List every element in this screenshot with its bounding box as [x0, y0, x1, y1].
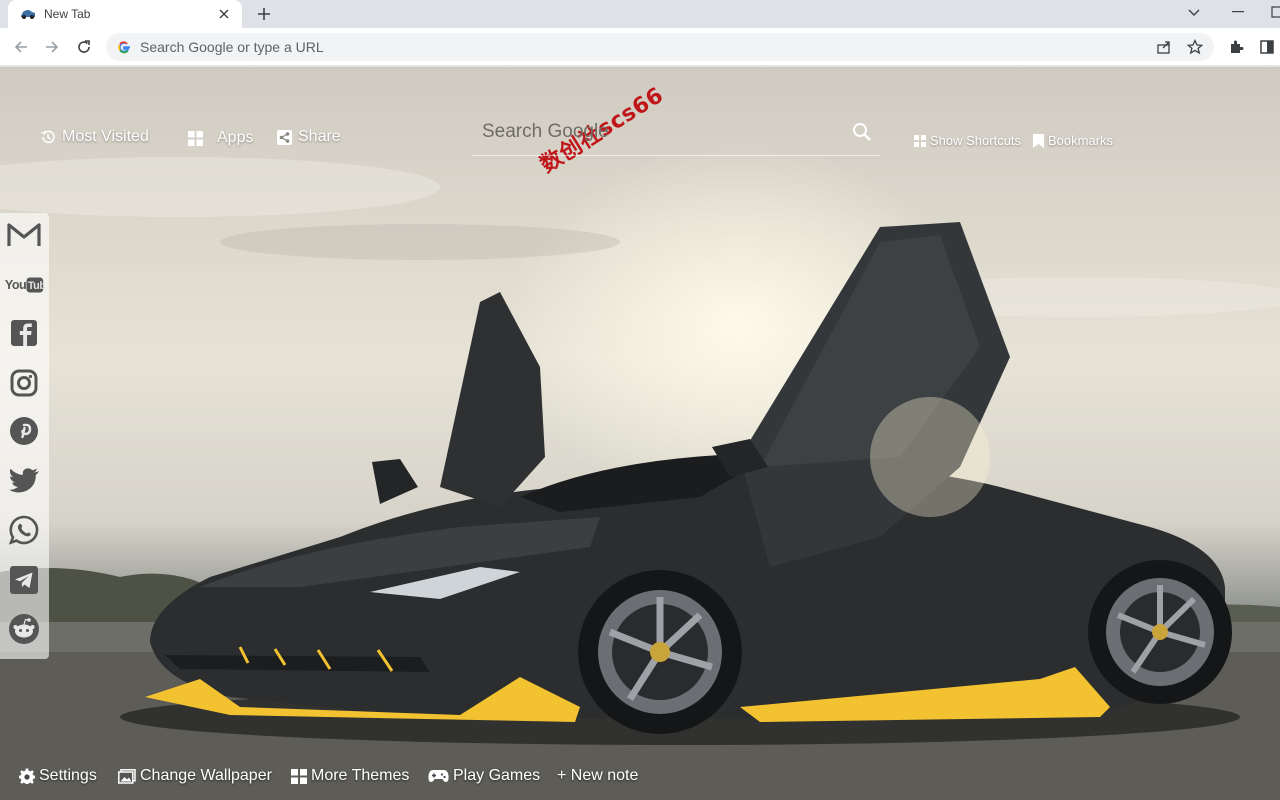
show-shortcuts-label: Show Shortcuts — [930, 133, 1022, 148]
omnibox[interactable]: Search Google or type a URL — [106, 33, 1214, 61]
share-link[interactable]: Share — [277, 128, 341, 146]
shortcuts-grid-icon — [914, 134, 926, 147]
gear-icon — [19, 768, 35, 784]
social-sidebar: YouTube — [0, 213, 49, 659]
sidepanel-icon[interactable] — [1257, 37, 1277, 57]
twitter-icon[interactable] — [4, 463, 44, 499]
svg-text:You: You — [5, 278, 26, 292]
close-icon[interactable] — [216, 6, 232, 22]
whatsapp-icon[interactable] — [4, 512, 44, 548]
omnibox-placeholder: Search Google or type a URL — [140, 39, 324, 55]
apps-grid-icon — [188, 130, 203, 146]
bookmark-icon — [1033, 133, 1044, 148]
play-games-label: Play Games — [453, 767, 541, 784]
reload-icon[interactable] — [72, 35, 96, 59]
tab-strip: New Tab — [0, 0, 1280, 28]
search-icon[interactable] — [850, 120, 874, 144]
image-icon — [118, 768, 136, 784]
history-icon — [40, 129, 56, 145]
gamepad-icon — [428, 769, 449, 783]
back-icon[interactable] — [9, 35, 33, 59]
apps-link[interactable]: Apps — [188, 129, 253, 147]
new-note-label: + New note — [557, 767, 639, 784]
facebook-icon[interactable] — [4, 315, 44, 351]
car-favicon-icon — [20, 6, 36, 22]
minimize-icon[interactable] — [1228, 2, 1248, 22]
forward-icon[interactable] — [40, 35, 64, 59]
wallpaper-image — [0, 157, 1280, 800]
settings-button[interactable]: Settings — [19, 759, 97, 793]
pinterest-icon[interactable] — [4, 413, 44, 449]
share-label: Share — [298, 128, 341, 145]
extensions-icon[interactable] — [1226, 37, 1246, 57]
tab-title: New Tab — [44, 7, 91, 21]
star-icon[interactable] — [1185, 37, 1205, 57]
chevron-down-icon[interactable] — [1184, 3, 1204, 23]
google-g-icon — [116, 39, 132, 55]
reddit-icon[interactable] — [4, 611, 44, 647]
change-wallpaper-label: Change Wallpaper — [140, 767, 272, 784]
browser-toolbar: Search Google or type a URL — [0, 28, 1280, 66]
tab-new-tab[interactable]: New Tab — [8, 0, 242, 28]
share-icon[interactable] — [1154, 37, 1174, 57]
bookmarks-label: Bookmarks — [1048, 133, 1114, 148]
telegram-icon[interactable] — [4, 562, 44, 598]
gmail-icon[interactable] — [4, 217, 44, 253]
search-input[interactable] — [482, 118, 842, 146]
maximize-icon[interactable] — [1268, 2, 1280, 22]
play-games-button[interactable]: Play Games — [428, 759, 540, 793]
more-themes-button[interactable]: More Themes — [291, 759, 409, 793]
new-tab-page: 数创社scs66 Most Visited Apps Share Show Sh… — [0, 67, 1280, 800]
google-search-box — [472, 112, 880, 156]
share-square-icon — [277, 129, 292, 145]
youtube-icon[interactable]: YouTube — [4, 267, 44, 303]
new-note-button[interactable]: + New note — [557, 759, 638, 793]
svg-text:Tube: Tube — [28, 280, 44, 292]
themes-grid-icon — [291, 768, 307, 784]
most-visited-label: Most Visited — [62, 128, 149, 145]
instagram-icon[interactable] — [4, 365, 44, 401]
more-themes-label: More Themes — [311, 767, 410, 784]
apps-label: Apps — [217, 129, 254, 146]
most-visited-link[interactable]: Most Visited — [40, 128, 149, 146]
settings-label: Settings — [39, 767, 97, 784]
youtube-logo: YouTube — [5, 277, 44, 293]
bookmarks-link[interactable]: Bookmarks — [1033, 133, 1113, 148]
show-shortcuts-link[interactable]: Show Shortcuts — [914, 133, 1021, 148]
plus-icon[interactable] — [252, 2, 276, 26]
change-wallpaper-button[interactable]: Change Wallpaper — [118, 759, 272, 793]
